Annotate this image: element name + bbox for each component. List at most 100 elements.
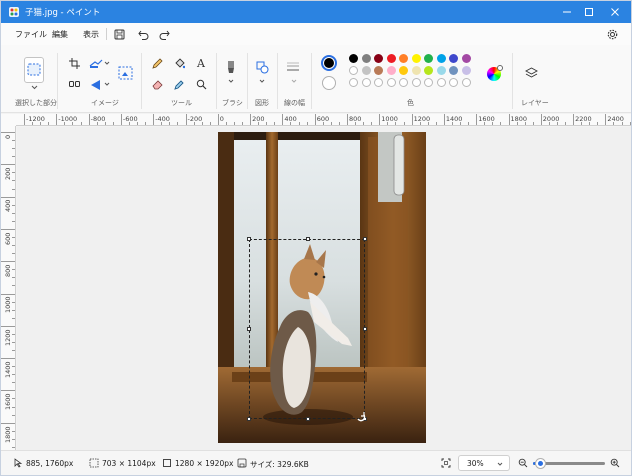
palette-swatch[interactable] xyxy=(411,54,421,63)
selection-handle-bl[interactable] xyxy=(247,417,251,421)
fit-to-window-icon[interactable] xyxy=(441,458,451,468)
image-select-button[interactable] xyxy=(66,76,82,92)
chevron-down-icon[interactable] xyxy=(259,79,265,83)
ruler-h-tick xyxy=(88,114,90,125)
palette-swatch[interactable] xyxy=(461,66,471,75)
palette-swatch[interactable] xyxy=(349,66,358,75)
pencil-button[interactable] xyxy=(149,55,165,71)
palette-swatch-empty[interactable] xyxy=(424,78,433,87)
zoom-slider-thumb[interactable] xyxy=(536,459,545,468)
palette-swatch[interactable] xyxy=(374,54,383,63)
zoom-select[interactable]: 30% xyxy=(458,455,510,471)
selection-handle-tl[interactable] xyxy=(247,237,251,241)
selection-handle-r[interactable] xyxy=(363,327,367,331)
zoom-in-icon[interactable] xyxy=(610,458,620,468)
selection-handle-t[interactable] xyxy=(306,237,310,241)
settings-button[interactable] xyxy=(605,27,619,41)
ruler-v-tick xyxy=(1,325,15,327)
shapes-button[interactable] xyxy=(254,59,270,75)
zoom-slider[interactable] xyxy=(533,459,605,468)
ruler-v-tick xyxy=(12,406,15,408)
chevron-down-icon[interactable] xyxy=(291,79,297,83)
brush-button[interactable] xyxy=(223,59,239,75)
palette-swatch[interactable] xyxy=(374,66,383,75)
palette-swatch[interactable] xyxy=(436,66,446,75)
ruler-h-tick xyxy=(565,122,567,125)
select-button[interactable] xyxy=(24,57,44,83)
background-remove-button[interactable] xyxy=(116,64,134,82)
canvas-area[interactable] xyxy=(17,127,631,450)
ruler-h-label: 0 xyxy=(219,115,224,123)
palette-swatch-empty[interactable] xyxy=(349,78,358,87)
palette-swatch[interactable] xyxy=(361,66,371,75)
magnifier-button[interactable] xyxy=(193,76,209,92)
eyedropper-icon xyxy=(173,79,184,90)
palette-swatch[interactable] xyxy=(424,54,433,63)
palette-swatch-empty[interactable] xyxy=(436,78,446,87)
chevron-down-icon[interactable] xyxy=(31,85,38,90)
ruler-h-tick xyxy=(355,122,357,125)
palette-swatch-empty[interactable] xyxy=(386,78,396,87)
palette-swatch[interactable] xyxy=(399,54,408,63)
fill-button[interactable] xyxy=(171,55,187,71)
palette-swatch-empty[interactable] xyxy=(399,78,408,87)
line-width-button[interactable] xyxy=(285,59,301,75)
redo-button[interactable] xyxy=(157,27,171,41)
ruler-h-tick xyxy=(201,122,203,125)
chevron-down-icon[interactable] xyxy=(228,79,234,83)
ruler-h-tick xyxy=(314,114,316,125)
rotate-handle-icon[interactable] xyxy=(356,412,366,422)
palette-swatch[interactable] xyxy=(399,66,408,75)
crop-button[interactable] xyxy=(66,55,82,71)
zoom-out-icon[interactable] xyxy=(518,458,528,468)
palette-swatch[interactable] xyxy=(349,54,358,63)
menu-edit[interactable]: 編集 xyxy=(52,29,68,40)
palette-swatch[interactable] xyxy=(461,54,471,63)
selection-handle-tr[interactable] xyxy=(363,237,367,241)
palette-swatch[interactable] xyxy=(449,66,458,75)
text-button[interactable]: A xyxy=(193,55,209,71)
palette-swatch-empty[interactable] xyxy=(449,78,458,87)
palette-swatch[interactable] xyxy=(361,54,371,63)
close-button[interactable] xyxy=(601,1,629,23)
palette-swatch-empty[interactable] xyxy=(374,78,383,87)
palette-swatch[interactable] xyxy=(386,66,396,75)
chevron-down-icon xyxy=(497,462,503,466)
resize-button[interactable] xyxy=(88,55,104,71)
ruler-v-label: 600 xyxy=(4,232,12,245)
layers-button[interactable] xyxy=(523,65,539,81)
selection-handle-l[interactable] xyxy=(247,327,251,331)
primary-color-swatch[interactable] xyxy=(321,55,337,71)
ruler-h-tick xyxy=(274,122,276,125)
palette-swatch[interactable] xyxy=(424,66,433,75)
palette-swatch-empty[interactable] xyxy=(411,78,421,87)
chevron-down-icon[interactable] xyxy=(104,61,110,65)
menu-file[interactable]: ファイル xyxy=(15,29,47,40)
save-button[interactable] xyxy=(112,27,126,41)
ruler-h-tick xyxy=(371,122,373,125)
palette-swatch[interactable] xyxy=(449,54,458,63)
ruler-v-tick xyxy=(1,132,15,133)
ruler-h-tick xyxy=(387,122,389,125)
rotate-button[interactable] xyxy=(88,76,104,92)
kitten-photo[interactable] xyxy=(218,132,426,443)
status-bar: 885, 1760px 703 × 1104px 1280 × 1920px サ… xyxy=(1,450,631,475)
ruler-v-tick xyxy=(1,293,15,295)
eraser-button[interactable] xyxy=(149,76,165,92)
edit-colors-button[interactable] xyxy=(487,65,503,81)
color-picker-button[interactable] xyxy=(171,76,187,92)
selection-marquee[interactable] xyxy=(247,237,367,421)
chevron-down-icon[interactable] xyxy=(104,82,110,86)
palette-swatch[interactable] xyxy=(386,54,396,63)
menu-view[interactable]: 表示 xyxy=(83,29,99,40)
secondary-color-swatch[interactable] xyxy=(322,76,336,90)
palette-swatch[interactable] xyxy=(411,66,421,75)
maximize-button[interactable] xyxy=(575,1,603,23)
palette-swatch-empty[interactable] xyxy=(361,78,371,87)
palette-swatch-empty[interactable] xyxy=(461,78,471,87)
selection-handle-b[interactable] xyxy=(306,417,310,421)
ruler-h-tick xyxy=(40,122,42,125)
minimize-icon xyxy=(563,11,571,13)
palette-swatch[interactable] xyxy=(436,54,446,63)
undo-button[interactable] xyxy=(136,27,150,41)
